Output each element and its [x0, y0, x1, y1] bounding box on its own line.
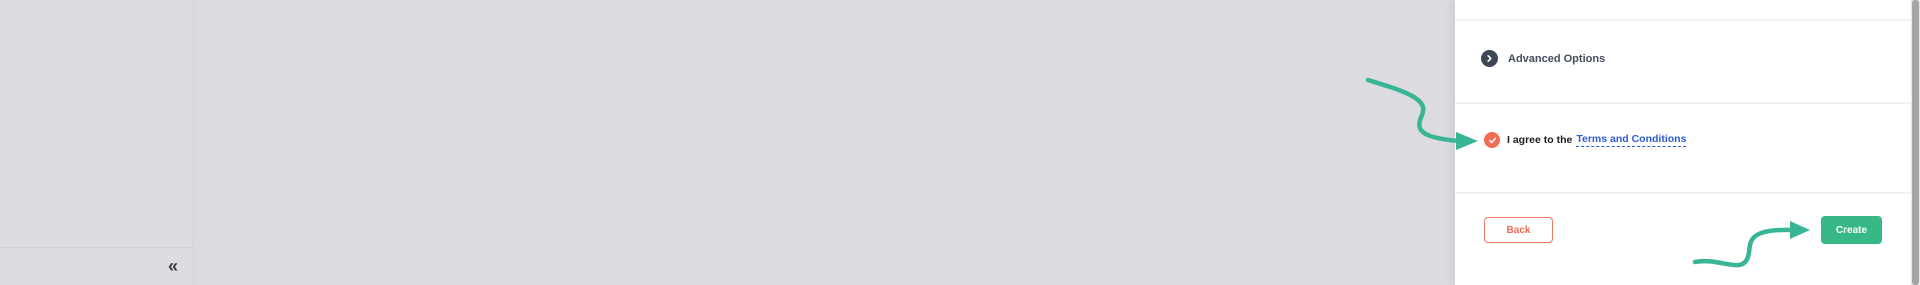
scrollbar-thumb[interactable]: [1912, 0, 1919, 285]
sidebar-footer: «: [0, 247, 194, 285]
panel-section-top: [1455, 0, 1911, 21]
panel-actions: Back Create: [1455, 194, 1911, 285]
check-circle-icon[interactable]: [1484, 132, 1500, 148]
advanced-options-toggle[interactable]: Advanced Options: [1481, 50, 1605, 67]
terms-section: I agree to the Terms and Conditions: [1455, 104, 1911, 194]
create-button[interactable]: Create: [1821, 216, 1882, 244]
double-chevron-left-icon: «: [167, 256, 178, 276]
create-side-panel: Advanced Options I agree to the Terms an…: [1455, 0, 1911, 285]
collapse-sidebar-button[interactable]: «: [162, 255, 184, 277]
modal-backdrop[interactable]: [194, 0, 1454, 285]
terms-and-conditions-link[interactable]: Terms and Conditions: [1576, 133, 1687, 147]
terms-prefix-text: I agree to the: [1507, 134, 1573, 146]
back-button[interactable]: Back: [1484, 217, 1553, 243]
advanced-options-label: Advanced Options: [1508, 52, 1606, 65]
left-sidebar: «: [0, 0, 194, 285]
page-scrollbar[interactable]: [1911, 0, 1920, 285]
terms-agreement-row: I agree to the Terms and Conditions: [1484, 132, 1687, 148]
chevron-right-circle-icon: [1481, 50, 1498, 67]
advanced-options-section: Advanced Options: [1455, 21, 1911, 104]
